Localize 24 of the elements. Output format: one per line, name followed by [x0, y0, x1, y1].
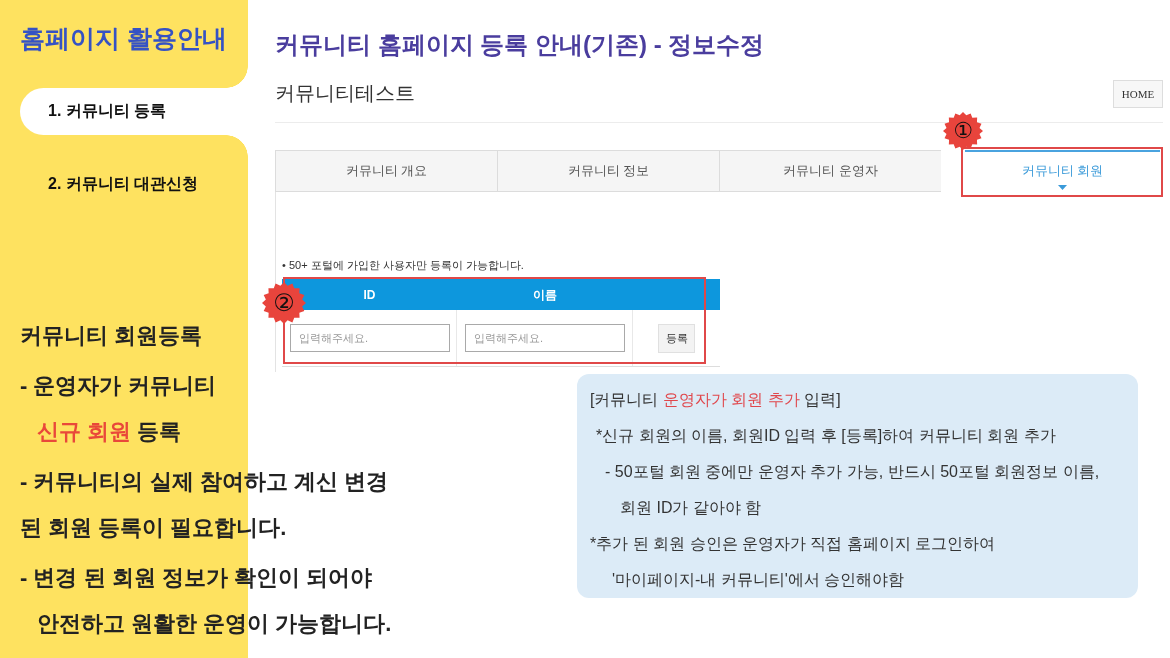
note-text: *추가 된 회원 승인은 운영자가 직접 홈페이지 로그인하여 '마이페이지-내 커뮤니티'에서 승인해야함: [590, 534, 996, 590]
caret-down-icon: [1058, 185, 1067, 190]
register-button[interactable]: 등록: [658, 323, 695, 353]
sidebar-nav-item[interactable]: 1. 커뮤니티 등록: [20, 88, 248, 135]
sidebar-title: 홈페이지 활용안내: [20, 23, 227, 54]
note-text: *신규 회원의 이름, 회원ID 입력 후 [등록]하여 커뮤니티 회원 추가: [596, 426, 1056, 446]
text-input[interactable]: 입력해주세요.: [465, 324, 625, 352]
note-text: - 50포털 회원 중에만 운영자 추가 가능, 반드시 50포털 회원정보 이름, 회원 ID가 같아야 함: [605, 462, 1100, 518]
column-header: 이름: [533, 286, 557, 303]
column-header: ID: [363, 286, 376, 303]
tab[interactable]: 커뮤니티 정보: [497, 150, 719, 192]
step-badge: ②: [262, 282, 306, 324]
notice-text: • 50+ 포털에 가입한 사용자만 등록이 가능합니다.: [282, 258, 524, 273]
tab[interactable]: 커뮤니티 개요: [275, 150, 497, 192]
community-title: 커뮤니티테스트: [275, 81, 415, 106]
page-title: 커뮤니티 홈페이지 등록 안내(기존) - 정보수정: [275, 30, 765, 60]
tab[interactable]: 커뮤니티 운영자: [719, 150, 941, 192]
text-input[interactable]: 입력해주세요.: [290, 324, 450, 352]
home-button[interactable]: HOME: [1113, 80, 1163, 108]
bullet-text: - 운영자가 커뮤니티 신규 회원 등록: [20, 372, 216, 446]
step-badge: ①: [943, 112, 983, 150]
sidebar-nav-item[interactable]: 2. 커뮤니티 대관신청: [20, 161, 248, 208]
section-heading: 커뮤니티 회원등록: [20, 322, 203, 350]
info-heading: [커뮤니티 운영자가 회원 추가 입력]: [590, 390, 841, 410]
